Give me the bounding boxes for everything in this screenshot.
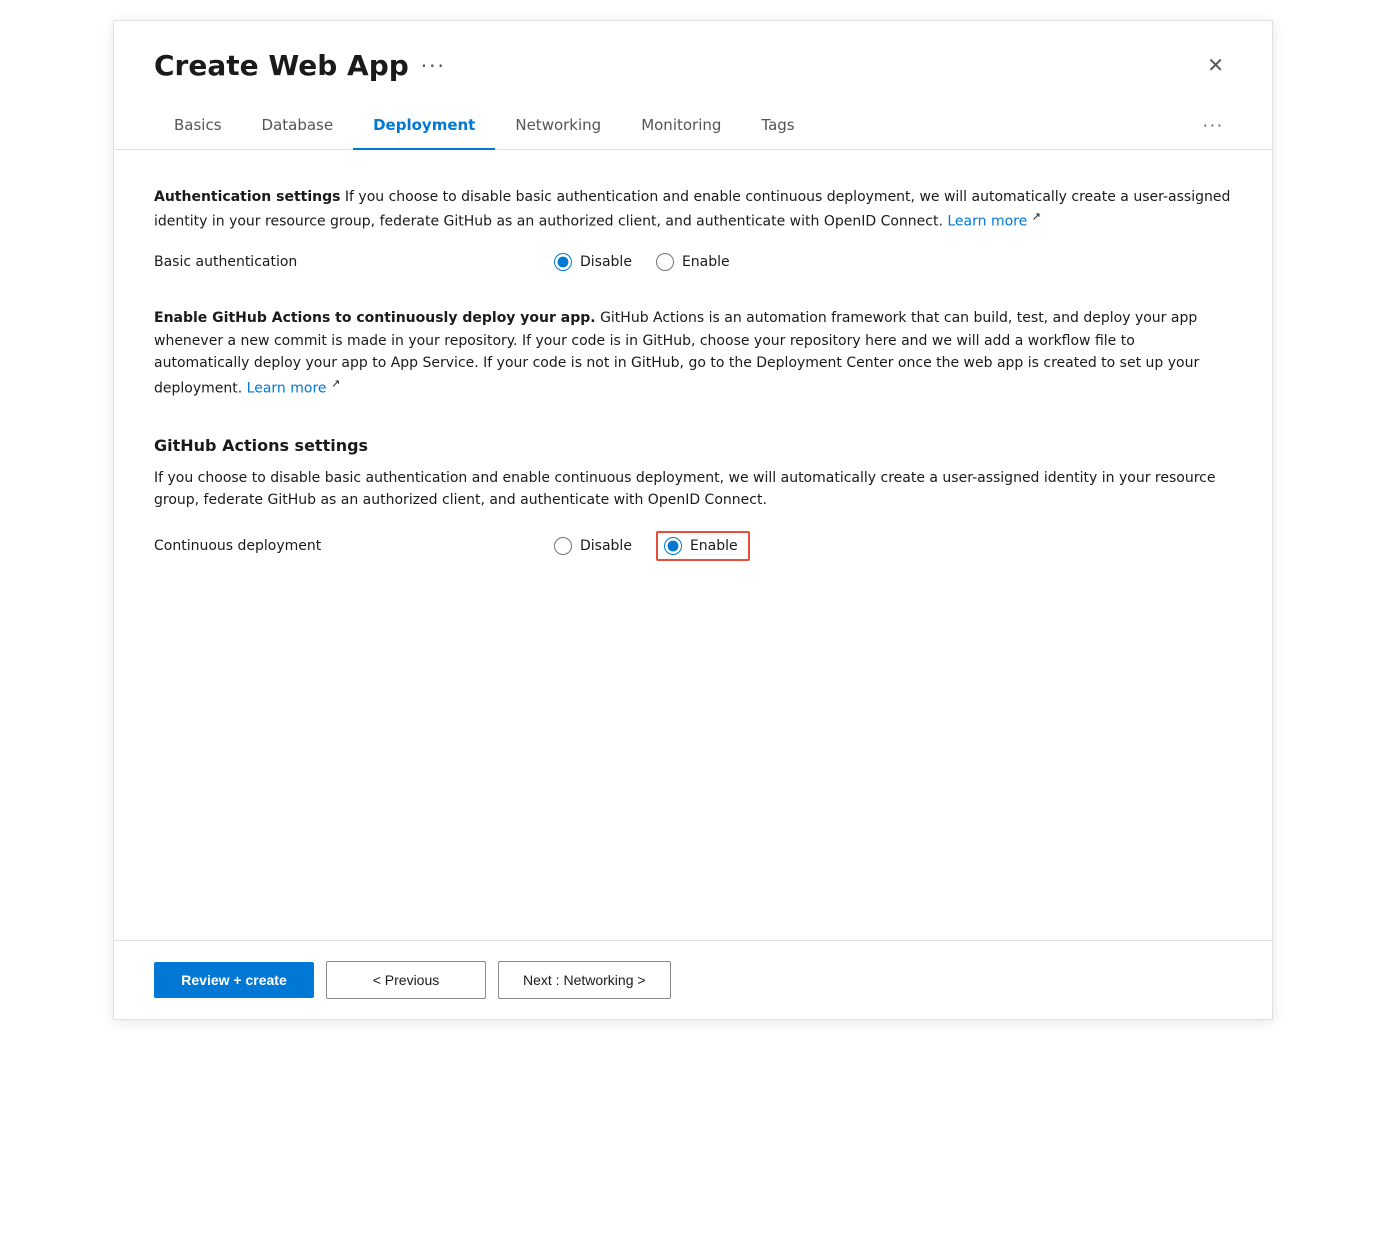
basic-auth-radio-group: Disable Enable bbox=[554, 253, 730, 271]
content-area: Authentication settings If you choose to… bbox=[114, 150, 1272, 717]
auth-learn-more-link[interactable]: Learn more bbox=[947, 214, 1027, 230]
github-actions-settings-section: GitHub Actions settings If you choose to… bbox=[154, 436, 1232, 562]
footer: Review + create < Previous Next : Networ… bbox=[114, 940, 1272, 1019]
tab-basics[interactable]: Basics bbox=[154, 102, 242, 150]
dialog-header: Create Web App ··· ✕ bbox=[114, 21, 1272, 102]
auth-settings-section: Authentication settings If you choose to… bbox=[154, 186, 1232, 271]
continuous-deployment-enable-label: Enable bbox=[690, 538, 738, 554]
tab-bar: Basics Database Deployment Networking Mo… bbox=[114, 102, 1272, 150]
basic-auth-enable-option[interactable]: Enable bbox=[656, 253, 730, 271]
continuous-deployment-disable-label: Disable bbox=[580, 538, 632, 554]
continuous-deployment-disable-radio[interactable] bbox=[554, 537, 572, 555]
page-title: Create Web App bbox=[154, 49, 409, 82]
tab-tags[interactable]: Tags bbox=[741, 102, 814, 150]
github-actions-section: Enable GitHub Actions to continuously de… bbox=[154, 307, 1232, 399]
previous-button[interactable]: < Previous bbox=[326, 961, 486, 999]
close-button[interactable]: ✕ bbox=[1199, 52, 1232, 80]
continuous-deployment-radio-group: Disable Enable bbox=[554, 531, 750, 561]
basic-auth-enable-label: Enable bbox=[682, 254, 730, 270]
continuous-deployment-disable-option[interactable]: Disable bbox=[554, 537, 632, 555]
header-more-options[interactable]: ··· bbox=[421, 54, 446, 78]
github-learn-more-link[interactable]: Learn more bbox=[247, 380, 327, 396]
continuous-deployment-enable-highlighted[interactable]: Enable bbox=[656, 531, 750, 561]
review-create-button[interactable]: Review + create bbox=[154, 962, 314, 998]
basic-auth-disable-label: Disable bbox=[580, 254, 632, 270]
basic-auth-disable-option[interactable]: Disable bbox=[554, 253, 632, 271]
basic-auth-enable-radio[interactable] bbox=[656, 253, 674, 271]
tab-networking[interactable]: Networking bbox=[495, 102, 621, 150]
next-button[interactable]: Next : Networking > bbox=[498, 961, 671, 999]
github-actions-heading: GitHub Actions settings bbox=[154, 436, 1232, 455]
tabs-more-options[interactable]: ··· bbox=[1195, 102, 1232, 149]
title-area: Create Web App ··· bbox=[154, 49, 446, 82]
basic-auth-row: Basic authentication Disable Enable bbox=[154, 253, 1232, 271]
auth-external-icon: ↗ bbox=[1032, 210, 1041, 223]
basic-auth-label: Basic authentication bbox=[154, 254, 374, 270]
continuous-deployment-label: Continuous deployment bbox=[154, 538, 374, 554]
tab-database[interactable]: Database bbox=[242, 102, 354, 150]
github-actions-description: If you choose to disable basic authentic… bbox=[154, 467, 1232, 512]
create-web-app-dialog: Create Web App ··· ✕ Basics Database Dep… bbox=[113, 20, 1273, 1020]
auth-description: Authentication settings If you choose to… bbox=[154, 186, 1232, 233]
auth-description-bold: Authentication settings bbox=[154, 189, 340, 205]
github-description: Enable GitHub Actions to continuously de… bbox=[154, 307, 1232, 399]
basic-auth-disable-radio[interactable] bbox=[554, 253, 572, 271]
github-description-bold: Enable GitHub Actions to continuously de… bbox=[154, 310, 596, 326]
github-external-icon: ↗ bbox=[331, 377, 340, 390]
tab-deployment[interactable]: Deployment bbox=[353, 102, 495, 150]
tab-monitoring[interactable]: Monitoring bbox=[621, 102, 741, 150]
continuous-deployment-enable-radio[interactable] bbox=[664, 537, 682, 555]
continuous-deployment-row: Continuous deployment Disable Enable bbox=[154, 531, 1232, 561]
